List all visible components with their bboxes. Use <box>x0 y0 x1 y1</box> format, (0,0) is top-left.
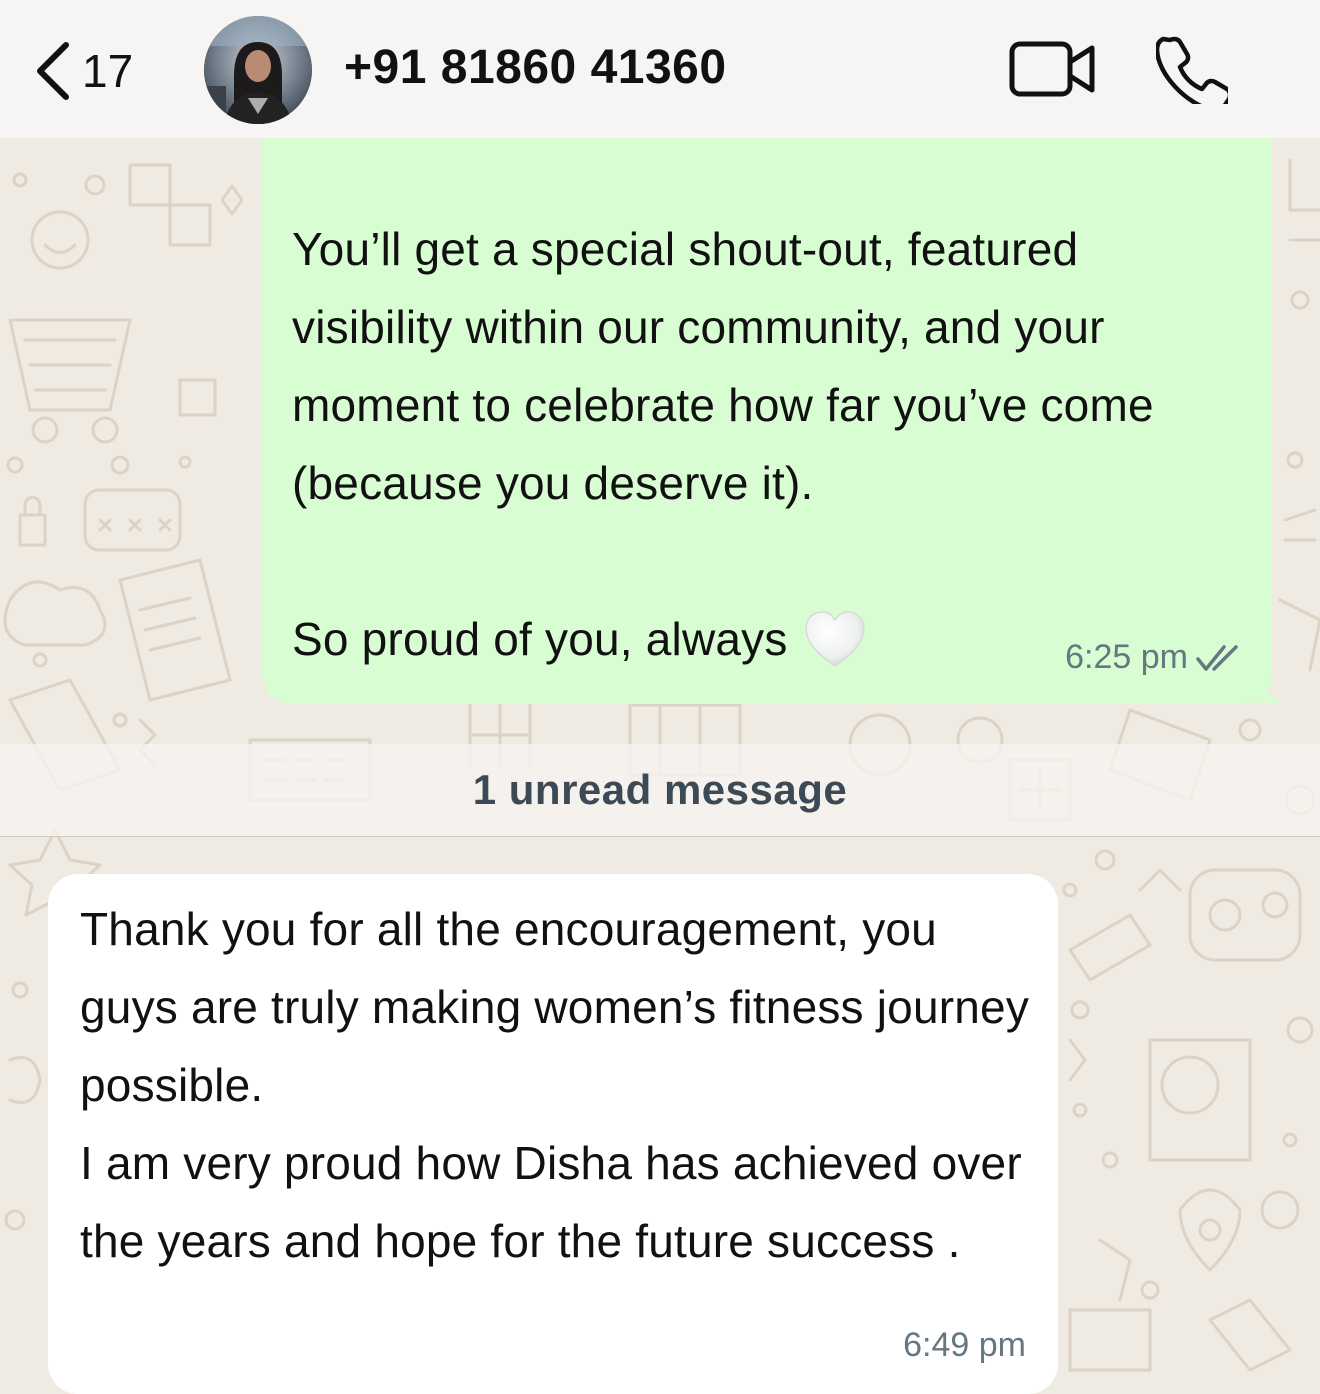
incoming-message-bubble[interactable]: Thank you for all the encouragement, you… <box>48 874 1058 1394</box>
phone-icon <box>1154 36 1233 113</box>
chat-header: 17 +91 81860 41360 <box>0 0 1320 138</box>
back-button[interactable]: 17 <box>32 36 133 106</box>
video-call-button[interactable] <box>1008 38 1096 100</box>
outgoing-message-meta: 6:25 pm <box>1065 638 1244 677</box>
chevron-left-icon <box>37 42 69 100</box>
outgoing-message-closing-line: So proud of you, always <box>292 600 866 678</box>
avatar[interactable] <box>204 16 312 124</box>
voice-call-button[interactable] <box>1154 34 1233 113</box>
message-time: 6:25 pm <box>1065 638 1188 676</box>
incoming-message-text: Thank you for all the encouragement, you… <box>80 903 1030 1267</box>
unread-divider-label: 1 unread message <box>472 766 848 813</box>
double-check-icon <box>1196 644 1238 671</box>
white-heart-emoji <box>804 611 865 667</box>
message-time: 6:49 pm <box>903 1326 1026 1364</box>
contact-photo <box>204 16 312 124</box>
closing-text: So proud of you, always <box>292 613 788 665</box>
incoming-message-meta: 6:49 pm <box>903 1326 1026 1365</box>
unread-divider: 1 unread message <box>0 744 1320 837</box>
contact-name[interactable]: +91 81860 41360 <box>344 40 727 95</box>
outgoing-message-bubble[interactable]: You’ll get a special shout-out, featured… <box>262 138 1288 704</box>
outgoing-message-text: You’ll get a special shout-out, featured… <box>292 223 1154 509</box>
video-camera-icon <box>1009 41 1095 97</box>
unread-chats-count: 17 <box>82 45 134 97</box>
bubble-tail <box>1258 674 1288 704</box>
